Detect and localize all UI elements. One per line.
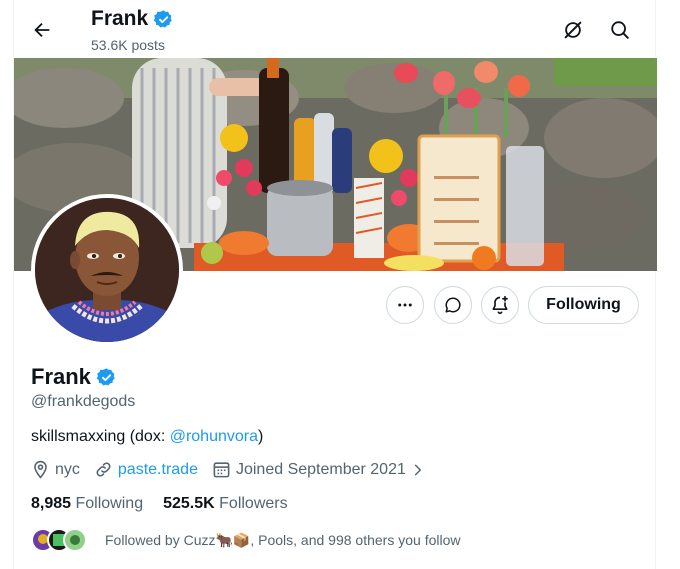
profile-handle: @frankdegods — [31, 393, 136, 410]
chevron-right-icon — [414, 464, 421, 475]
grok-icon — [564, 21, 582, 39]
following-stat[interactable]: 8,985 Following — [31, 495, 143, 513]
follower-avatar — [63, 528, 87, 552]
profile-meta: nyc paste.trade Joined September 2021 — [31, 460, 439, 479]
followers-stat[interactable]: 525.5K Followers — [163, 495, 288, 513]
profile-header: Frank 53.6K posts — [0, 0, 680, 58]
back-button[interactable] — [28, 16, 56, 44]
bio-text: skillsmaxxing (dox: — [31, 428, 170, 445]
chat-bubble-icon — [445, 297, 461, 313]
bio-text-end: ) — [258, 428, 264, 445]
location-text: nyc — [55, 460, 80, 478]
profile-name-row: Frank — [31, 364, 117, 390]
more-dots-icon — [398, 303, 412, 307]
post-count: 53.6K posts — [91, 37, 165, 53]
grok-button[interactable] — [561, 18, 585, 42]
arrow-left-icon — [34, 22, 50, 38]
header-title: Frank — [91, 7, 174, 31]
join-date[interactable]: Joined September 2021 — [212, 460, 425, 479]
verified-badge-icon[interactable] — [96, 367, 117, 388]
following-count: 8,985 — [31, 495, 72, 512]
verified-badge-icon — [153, 9, 172, 27]
website: paste.trade — [94, 460, 198, 479]
website-link[interactable]: paste.trade — [118, 461, 198, 479]
bell-plus-icon — [492, 295, 508, 315]
search-button[interactable] — [608, 18, 632, 42]
header-name: Frank — [91, 7, 149, 30]
profile-bio: skillsmaxxing (dox: @rohunvora) — [31, 428, 263, 446]
followed-by[interactable]: Followed by Cuzz🐂📦, Pools, and 998 other… — [31, 528, 460, 552]
follow-stats: 8,985 Following 525.5K Followers — [31, 495, 308, 513]
calendar-icon — [213, 462, 230, 478]
avatar[interactable] — [31, 194, 183, 346]
message-button[interactable] — [434, 286, 472, 324]
location: nyc — [31, 460, 80, 479]
followed-by-text: Followed by Cuzz🐂📦, Pools, and 998 other… — [105, 531, 461, 548]
following-label: Following — [75, 495, 144, 512]
join-date-text: Joined September 2021 — [235, 460, 406, 478]
bio-mention-link[interactable]: @rohunvora — [170, 428, 258, 445]
profile-name: Frank — [31, 364, 91, 389]
avatar-illustration — [35, 198, 179, 342]
notifications-button[interactable] — [481, 286, 519, 324]
more-button[interactable] — [386, 286, 424, 324]
link-icon — [96, 462, 111, 477]
followers-count: 525.5K — [163, 495, 215, 512]
followers-label: Followers — [219, 495, 288, 512]
search-icon — [611, 21, 629, 39]
location-pin-icon — [34, 460, 47, 479]
following-button[interactable]: Following — [528, 286, 639, 324]
